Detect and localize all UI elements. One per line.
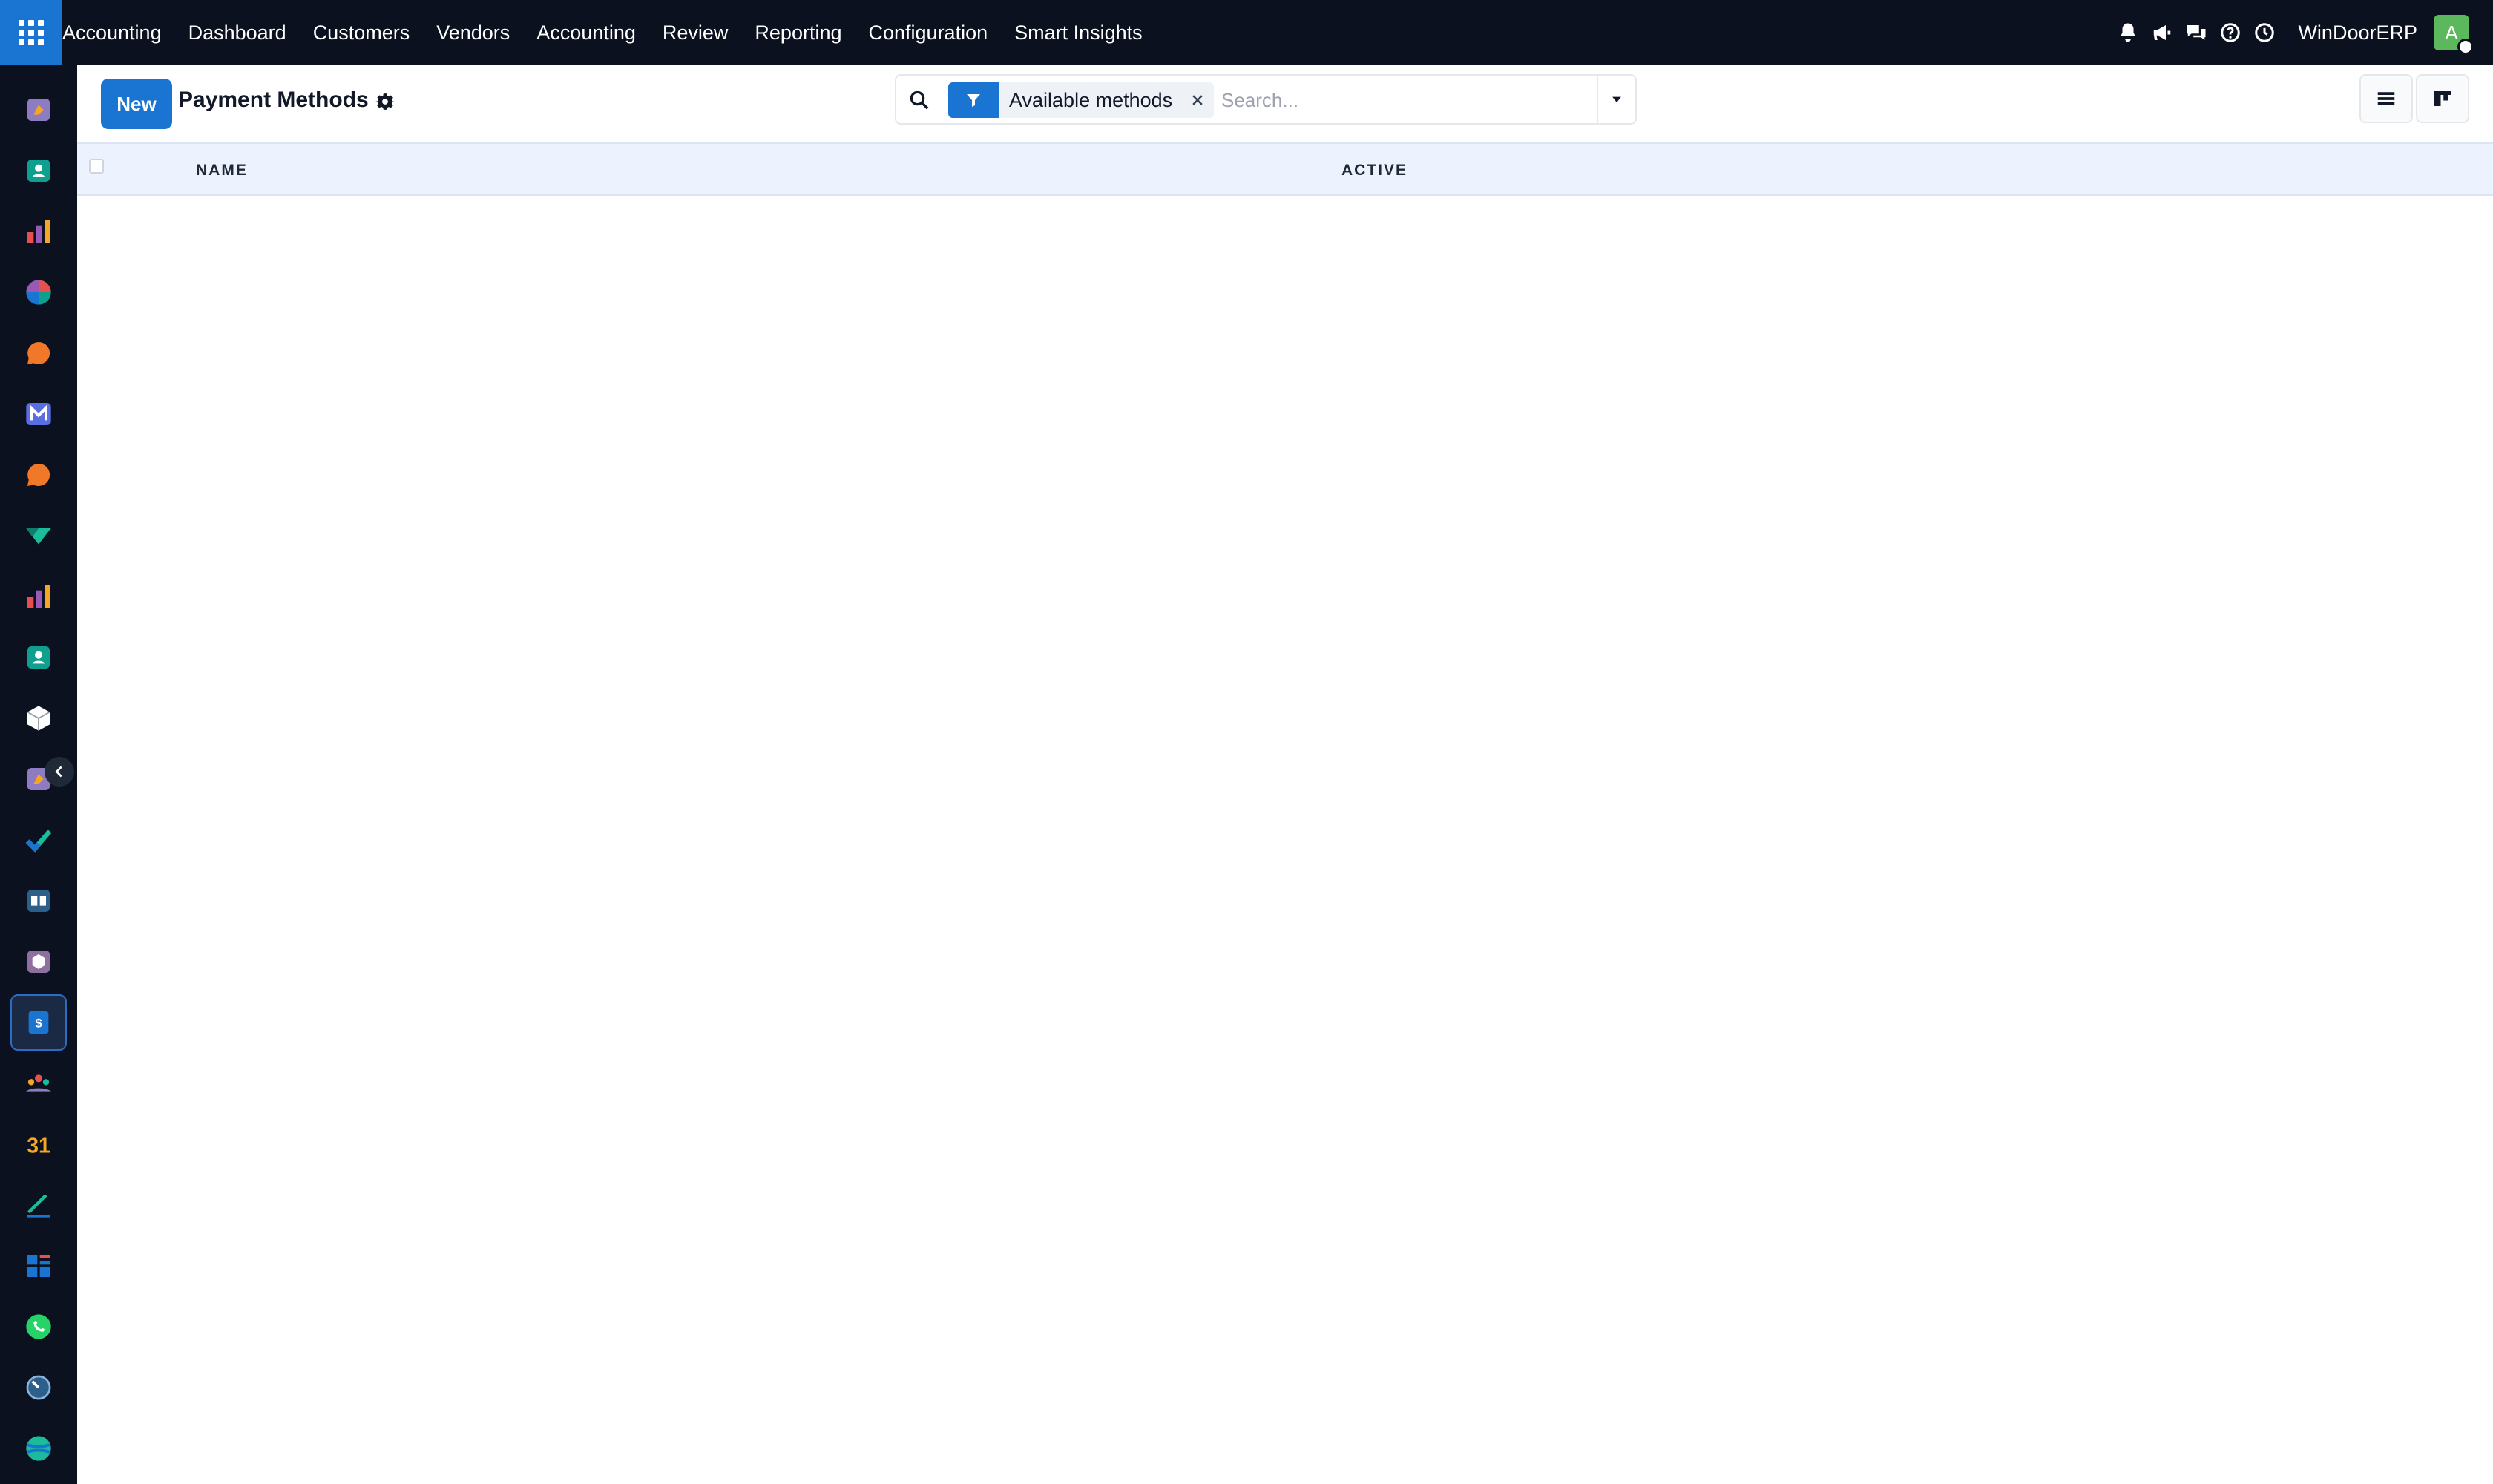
clock-icon[interactable]: [2251, 19, 2278, 46]
grid-icon: [19, 20, 44, 45]
search-input[interactable]: [1221, 83, 1592, 117]
people-app-icon: [26, 1074, 51, 1092]
app-sidebar: $ 31: [0, 65, 77, 1484]
sidebar-app-contacts[interactable]: [10, 142, 67, 199]
close-icon[interactable]: [1181, 82, 1214, 118]
menu-dashboard[interactable]: Dashboard: [175, 0, 300, 65]
app-menu-button[interactable]: [0, 0, 62, 65]
compass-app-icon: [26, 1375, 51, 1400]
sidebar-app-whatsapp[interactable]: [10, 1298, 67, 1355]
sidebar-app-website[interactable]: [10, 1420, 67, 1477]
whatsapp-app-icon: [26, 1314, 51, 1339]
menu-configuration[interactable]: Configuration: [855, 0, 1002, 65]
bell-icon[interactable]: [2115, 19, 2141, 46]
svg-text:$: $: [35, 1017, 42, 1031]
kanban-view-button[interactable]: [2416, 74, 2469, 123]
search-options-toggle[interactable]: [1597, 76, 1635, 123]
project-app-icon: [26, 280, 51, 305]
gear-icon[interactable]: [374, 91, 396, 113]
control-panel: New Payment Methods Available methods: [77, 65, 2493, 142]
menu-smart-insights[interactable]: Smart Insights: [1001, 0, 1156, 65]
sidebar-app-calendar[interactable]: 31: [10, 1116, 67, 1172]
company-switcher[interactable]: WinDoorERP: [2298, 22, 2417, 45]
facet-label: Available methods: [1009, 88, 1173, 111]
page-title: Payment Methods: [178, 88, 369, 112]
sidebar-app-sign[interactable]: [10, 1177, 67, 1233]
sidebar-app-spreadsheet[interactable]: [10, 1238, 67, 1294]
chat-icon[interactable]: [2183, 19, 2210, 46]
expenses-app-icon: [26, 528, 51, 545]
discuss-app-icon: [27, 99, 50, 121]
book-app-icon: [27, 890, 50, 912]
livechat-app-icon: [27, 341, 50, 364]
menu-review[interactable]: Review: [649, 0, 742, 65]
mail-app-icon: [26, 403, 51, 425]
select-all-checkbox[interactable]: [89, 159, 104, 174]
main-menu: Accounting Dashboard Customers Vendors A…: [62, 0, 1156, 65]
sidebar-app-employees[interactable]: [10, 629, 67, 686]
bar-chart-app-icon: [27, 585, 50, 608]
menu-reporting[interactable]: Reporting: [741, 0, 855, 65]
sidebar-app-todo[interactable]: [10, 812, 67, 868]
sidebar-app-payments[interactable]: $: [10, 994, 67, 1051]
sidebar-app-dashboards-2[interactable]: [10, 568, 67, 625]
dashboards-app-icon: [27, 220, 50, 243]
megaphone-icon[interactable]: [2149, 19, 2175, 46]
employees-app-icon: [27, 646, 50, 669]
contacts-app-icon: [27, 160, 50, 182]
search-facet: Available methods: [948, 82, 1215, 118]
sidebar-app-project[interactable]: [10, 264, 67, 321]
globe-app-icon: [26, 1436, 51, 1461]
sidebar-app-dashboards[interactable]: [10, 203, 67, 260]
sidebar-app-knowledge[interactable]: [10, 873, 67, 929]
avatar-initial: A: [2445, 21, 2458, 44]
top-navbar: Accounting Dashboard Customers Vendors A…: [0, 0, 2493, 65]
sidebar-app-livechat-2[interactable]: [10, 447, 67, 503]
help-icon[interactable]: [2217, 19, 2244, 46]
column-header-name[interactable]: NAME: [196, 162, 248, 180]
user-avatar[interactable]: A: [2434, 15, 2474, 55]
sidebar-app-inventory[interactable]: [10, 690, 67, 746]
svg-text:31: 31: [27, 1135, 50, 1158]
pen-app-icon: [27, 1194, 50, 1218]
list-header-row: NAME ACTIVE: [77, 142, 2493, 196]
app-brand-link[interactable]: Accounting: [62, 0, 175, 65]
presence-dot: [2457, 39, 2474, 55]
menu-customers[interactable]: Customers: [300, 0, 424, 65]
main-content: New Payment Methods Available methods Se…: [77, 65, 2493, 1484]
caret-down-icon: [1612, 96, 1621, 103]
new-button[interactable]: New: [101, 79, 172, 129]
chat-bubble-app-icon: [27, 463, 50, 486]
dollar-app-icon: $: [28, 1011, 49, 1034]
sidebar-app-products[interactable]: [10, 933, 67, 990]
systray: WinDoorERP A: [2111, 0, 2493, 65]
list-icon: [2377, 92, 2395, 105]
cube-app-icon: [27, 951, 50, 973]
search-icon[interactable]: [907, 88, 932, 113]
sidebar-app-mail[interactable]: [10, 386, 67, 442]
search-bar: Available methods: [895, 74, 1637, 125]
filter-icon: [948, 82, 999, 118]
calendar-app-icon: 31: [27, 1135, 50, 1158]
list-view-button[interactable]: [2359, 74, 2413, 123]
sidebar-app-livechat[interactable]: [10, 325, 67, 381]
sidebar-app-team[interactable]: [10, 1055, 67, 1112]
sidebar-app-time-off[interactable]: [10, 1359, 67, 1416]
menu-accounting[interactable]: Accounting: [523, 0, 649, 65]
kanban-icon: [2434, 91, 2451, 106]
chevron-left-icon: [55, 766, 62, 778]
column-header-active[interactable]: ACTIVE: [1341, 162, 1408, 180]
box-app-icon: [27, 706, 50, 731]
grid-app-icon: [27, 1255, 50, 1277]
view-switcher: [2356, 74, 2469, 123]
menu-vendors[interactable]: Vendors: [423, 0, 523, 65]
sidebar-app-discuss[interactable]: [10, 82, 67, 138]
sidebar-collapse-button[interactable]: [45, 757, 74, 787]
sidebar-app-expenses[interactable]: [10, 508, 67, 564]
checkmark-app-icon: [25, 830, 52, 853]
